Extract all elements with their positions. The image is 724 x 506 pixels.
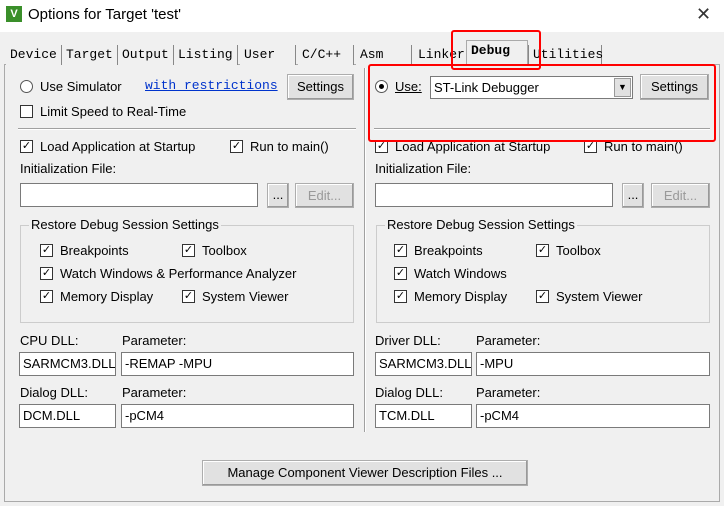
checkmark-icon: ✓ (40, 244, 53, 257)
group-title: Restore Debug Session Settings (29, 217, 221, 232)
highlight-debugger-select (368, 64, 716, 142)
dialog-dll-label-left: Dialog DLL: (20, 385, 88, 400)
label: Toolbox (556, 243, 601, 258)
driver-dll-input[interactable]: SARMCM3.DLL (375, 352, 472, 376)
checkmark-icon: ✓ (182, 290, 195, 303)
system-viewer-checkbox-right[interactable]: ✓ System Viewer (536, 289, 642, 304)
keil-uvision-icon: V (6, 6, 22, 22)
toolbox-checkbox-right[interactable]: ✓ Toolbox (536, 243, 601, 258)
watch-windows-checkbox-left[interactable]: ✓ Watch Windows & Performance Analyzer (40, 266, 297, 281)
cpu-dll-label: CPU DLL: (20, 333, 79, 348)
driver-param-label: Parameter: (476, 333, 541, 348)
limit-speed-checkbox[interactable]: Limit Speed to Real-Time (20, 104, 186, 119)
browse-button-left[interactable]: ... (267, 183, 289, 208)
separator (18, 128, 356, 130)
driver-param-input[interactable]: -MPU (476, 352, 710, 376)
radio-icon (20, 80, 33, 93)
cpu-dll-input[interactable]: SARMCM3.DLL (19, 352, 116, 376)
label: System Viewer (556, 289, 643, 304)
checkmark-icon: ✓ (536, 290, 549, 303)
edit-button-right[interactable]: Edit... (651, 183, 710, 208)
init-file-label-left: Initialization File: (20, 161, 117, 176)
label: Memory Display (60, 289, 154, 304)
tab-device[interactable]: Device (6, 45, 62, 65)
tab-listing[interactable]: Listing (174, 45, 238, 65)
checkmark-icon: ✓ (394, 267, 407, 280)
label: Load Application at Startup (40, 139, 196, 154)
with-restrictions-link[interactable]: with restrictions (145, 78, 278, 93)
close-icon[interactable]: ✕ (696, 4, 711, 25)
title-bar: V Options for Target 'test' ✕ (0, 0, 724, 32)
init-file-input-right[interactable] (375, 183, 613, 207)
checkbox-icon (20, 105, 33, 118)
label: Memory Display (414, 289, 508, 304)
group-title: Restore Debug Session Settings (385, 217, 577, 232)
checkmark-icon: ✓ (394, 290, 407, 303)
checkmark-icon: ✓ (182, 244, 195, 257)
load-app-checkbox-left[interactable]: ✓ Load Application at Startup (20, 139, 195, 154)
cpu-param-input[interactable]: -REMAP -MPU (121, 352, 354, 376)
manage-component-viewer-button[interactable]: Manage Component Viewer Description File… (202, 460, 528, 486)
checkmark-icon: ✓ (394, 244, 407, 257)
tab-user[interactable]: User (240, 45, 296, 65)
dialog-dll-input-left[interactable]: DCM.DLL (19, 404, 116, 428)
checkmark-icon: ✓ (230, 140, 243, 153)
dialog-param-label-right: Parameter: (476, 385, 541, 400)
checkmark-icon: ✓ (40, 290, 53, 303)
dialog-param-label-left: Parameter: (122, 385, 187, 400)
label: Breakpoints (60, 243, 129, 258)
breakpoints-checkbox-left[interactable]: ✓ Breakpoints (40, 243, 129, 258)
system-viewer-checkbox-left[interactable]: ✓ System Viewer (182, 289, 288, 304)
init-file-label-right: Initialization File: (375, 161, 472, 176)
memory-display-checkbox-left[interactable]: ✓ Memory Display (40, 289, 153, 304)
cpu-param-label: Parameter: (122, 333, 187, 348)
dialog-param-input-right[interactable]: -pCM4 (476, 404, 710, 428)
driver-dll-label: Driver DLL: (375, 333, 441, 348)
label: Use Simulator (40, 79, 122, 94)
watch-windows-checkbox-right[interactable]: ✓ Watch Windows (394, 266, 507, 281)
toolbox-checkbox-left[interactable]: ✓ Toolbox (182, 243, 247, 258)
use-simulator-radio[interactable]: Use Simulator (20, 79, 122, 94)
dialog-param-input-left[interactable]: -pCM4 (121, 404, 354, 428)
memory-display-checkbox-right[interactable]: ✓ Memory Display (394, 289, 507, 304)
tab-asm[interactable]: Asm (356, 45, 412, 65)
tab-output[interactable]: Output (118, 45, 174, 65)
checkmark-icon: ✓ (40, 267, 53, 280)
browse-button-right[interactable]: ... (622, 183, 644, 208)
breakpoints-checkbox-right[interactable]: ✓ Breakpoints (394, 243, 483, 258)
tab-target[interactable]: Target (62, 45, 118, 65)
label: Toolbox (202, 243, 247, 258)
column-divider (364, 68, 366, 432)
label: Watch Windows (414, 266, 507, 281)
dialog-dll-label-right: Dialog DLL: (375, 385, 443, 400)
label: Run to main() (250, 139, 329, 154)
simulator-settings-button[interactable]: Settings (287, 74, 354, 100)
label: System Viewer (202, 289, 289, 304)
run-to-main-checkbox-left[interactable]: ✓ Run to main() (230, 139, 329, 154)
tab-cpp[interactable]: C/C++ (298, 45, 354, 65)
edit-button-left[interactable]: Edit... (295, 183, 354, 208)
dialog-dll-input-right[interactable]: TCM.DLL (375, 404, 472, 428)
window-title: Options for Target 'test' (28, 6, 182, 23)
checkmark-icon: ✓ (536, 244, 549, 257)
label: Limit Speed to Real-Time (40, 104, 187, 119)
checkmark-icon: ✓ (20, 140, 33, 153)
init-file-input-left[interactable] (20, 183, 258, 207)
label: Watch Windows & Performance Analyzer (60, 266, 297, 281)
label: Breakpoints (414, 243, 483, 258)
